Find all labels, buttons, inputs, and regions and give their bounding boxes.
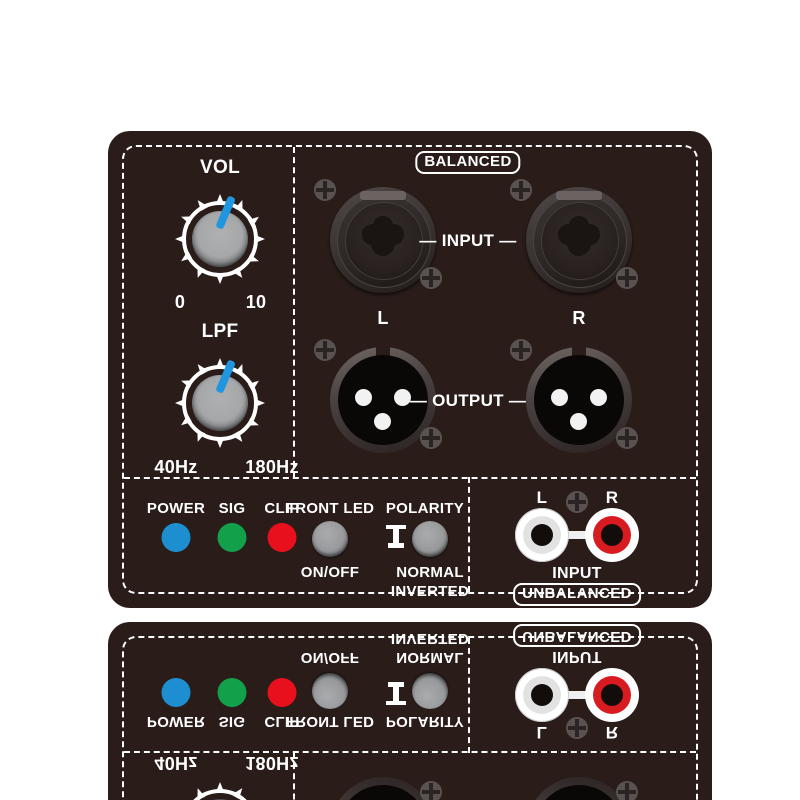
unbalanced-title: INPUT	[552, 565, 602, 582]
rca-ch-l: L	[536, 488, 548, 507]
led-sig	[217, 523, 247, 552]
front-led-caption-mirror: ON/OFF	[300, 649, 360, 666]
xlr-pin	[570, 413, 587, 430]
volume-knob-label: VOL	[200, 157, 240, 178]
phillips-screw-icon	[510, 339, 532, 361]
led-power	[161, 523, 191, 552]
polarity-title: POLARITY	[385, 500, 465, 517]
divider-vertical-left	[293, 147, 295, 477]
screenshot-root: VOL 0 10	[0, 0, 800, 800]
front-led-title: FRONT LED	[285, 500, 375, 517]
led-label-sig-mirror: SIG	[218, 713, 246, 730]
rotary-knob-icon	[182, 782, 258, 800]
polarity-caption-normal: NORMAL	[396, 564, 464, 581]
polarity-ground-icon	[386, 682, 406, 705]
xlr-pin	[590, 389, 607, 406]
led-sig-mirror	[217, 678, 247, 707]
divider-vertical-right	[468, 477, 470, 592]
rca-ch-r: R	[605, 488, 619, 507]
lpf-min-label-mirror: 40Hz	[154, 753, 198, 773]
combo-xlr-trs-jack-icon	[362, 216, 404, 256]
led-label-power-mirror: POWER	[146, 713, 206, 730]
unbalanced-badge: UNBALANCED	[513, 583, 641, 606]
phillips-screw-icon	[420, 427, 442, 449]
rca-ch-r-mirror: R	[605, 723, 619, 742]
phillips-screw-icon	[566, 717, 588, 739]
led-label-sig: SIG	[218, 500, 246, 517]
rca-jack-r[interactable]	[585, 508, 639, 562]
rca-hole-l	[531, 524, 553, 546]
divider-horizontal	[124, 477, 696, 479]
xlr-pin	[355, 389, 372, 406]
phillips-screw-icon	[314, 179, 336, 201]
front-led-button[interactable]	[312, 521, 348, 557]
led-power-mirror	[161, 678, 191, 707]
combo-xlr-trs-jack-icon	[558, 216, 600, 256]
balanced-input-ch-l: L	[377, 308, 389, 328]
volume-max-label: 10	[245, 292, 267, 312]
front-led-title-mirror: FRONT LED	[285, 713, 375, 730]
balanced-badge: BALANCED	[415, 151, 521, 174]
led-clip-mirror	[267, 678, 297, 707]
xlr-pin	[374, 413, 391, 430]
lpf-knob-mirror[interactable]	[170, 777, 270, 800]
xlr-pin	[551, 389, 568, 406]
amplifier-panel-mirrored: VOL 0 10	[108, 622, 712, 800]
lpf-min-label: 40Hz	[154, 457, 198, 477]
phillips-screw-icon	[420, 267, 442, 289]
polarity-caption-inverted-mirror: INVERTED	[390, 630, 470, 647]
phillips-screw-icon	[566, 491, 588, 513]
balanced-input-ch-r: R	[572, 308, 586, 328]
lpf-knob-label: LPF	[201, 321, 239, 342]
unbalanced-badge-mirror: UNBALANCED	[513, 624, 641, 647]
polarity-button[interactable]	[412, 521, 448, 557]
rca-hole-r	[601, 524, 623, 546]
front-led-caption: ON/OFF	[300, 564, 360, 581]
unbalanced-title-mirror: INPUT	[552, 648, 602, 665]
phillips-screw-icon	[616, 427, 638, 449]
polarity-caption-inverted: INVERTED	[390, 583, 470, 600]
front-led-button-mirror[interactable]	[312, 673, 348, 709]
divider-horizontal-mirror	[124, 751, 696, 753]
balanced-output-label: — OUTPUT —	[409, 391, 527, 410]
polarity-caption-normal-mirror: NORMAL	[396, 649, 464, 666]
volume-min-label: 0	[174, 292, 186, 312]
rca-jack-l[interactable]	[515, 508, 569, 562]
lpf-max-label-mirror: 180Hz	[245, 753, 299, 773]
balanced-input-label: — INPUT —	[419, 231, 517, 250]
rca-ch-l-mirror: L	[536, 723, 548, 742]
phillips-screw-icon	[420, 781, 442, 800]
divider-vertical-right-mirror	[468, 638, 470, 753]
rca-jack-r-mirror[interactable]	[585, 668, 639, 722]
lpf-max-label: 180Hz	[245, 457, 299, 477]
polarity-button-mirror[interactable]	[412, 673, 448, 709]
polarity-ground-icon	[386, 525, 406, 548]
phillips-screw-icon	[616, 781, 638, 800]
led-clip	[267, 523, 297, 552]
amplifier-panel-main: VOL 0 10 LPF 40Hz 180Hz BALANCED — INPUT…	[108, 131, 712, 608]
led-label-power: POWER	[146, 500, 206, 517]
rca-jack-l-mirror[interactable]	[515, 668, 569, 722]
phillips-screw-icon	[510, 179, 532, 201]
phillips-screw-icon	[314, 339, 336, 361]
xlr-pin	[394, 389, 411, 406]
volume-knob[interactable]	[170, 189, 270, 289]
phillips-screw-icon	[616, 267, 638, 289]
lpf-knob[interactable]	[170, 353, 270, 453]
polarity-title-mirror: POLARITY	[385, 713, 465, 730]
